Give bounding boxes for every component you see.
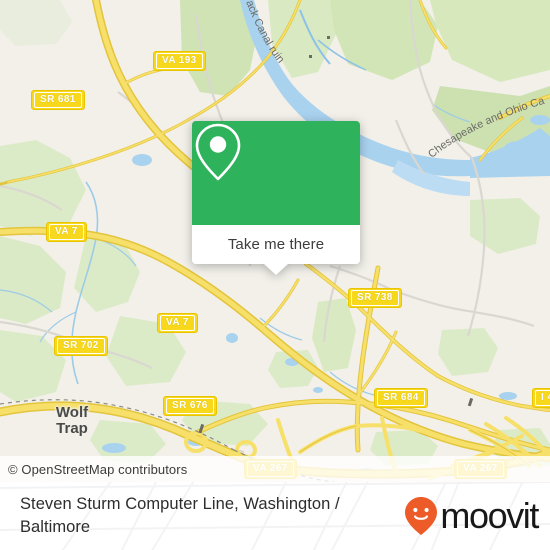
road-shield-i-4[interactable]: I 4: [532, 388, 550, 408]
poi-marker: [309, 55, 312, 58]
popup-pointer: [264, 264, 288, 275]
popup-header: [192, 121, 360, 225]
road-shield-label: VA 193: [156, 53, 203, 69]
road-shield-label: SR 681: [34, 92, 82, 108]
road-shield-sr-738[interactable]: SR 738: [348, 288, 402, 308]
road-shield-label: SR 684: [377, 390, 425, 406]
moovit-pin-icon: [405, 497, 438, 535]
moovit-logo[interactable]: moovit: [404, 495, 539, 536]
footer-bar: Steven Sturm Computer Line, Washington /…: [0, 482, 550, 550]
location-pin-icon: [195, 123, 241, 181]
map-screenshot: Chesapeake and Ohio Canal ack Canal ruin…: [0, 0, 550, 550]
road-shield-sr-681[interactable]: SR 681: [31, 90, 85, 110]
location-popup-card[interactable]: Take me there: [192, 121, 360, 275]
take-me-there-label: Take me there: [227, 236, 325, 253]
road-shield-label: SR 738: [351, 290, 399, 306]
poi-marker: [327, 36, 330, 39]
road-shield-sr-684[interactable]: SR 684: [374, 388, 428, 408]
road-shield-va-7-north[interactable]: VA 7: [46, 222, 87, 242]
map-attribution: © OpenStreetMap contributors: [0, 456, 550, 482]
road-shield-label: I 4: [535, 390, 550, 406]
take-me-there-button[interactable]: Take me there: [192, 225, 360, 264]
moovit-wordmark: moovit: [440, 495, 539, 536]
road-shield-va-193[interactable]: VA 193: [153, 51, 206, 71]
attribution-text: © OpenStreetMap contributors: [8, 461, 188, 477]
road-shield-label: VA 7: [49, 224, 84, 240]
road-shield-label: SR 702: [57, 338, 105, 354]
road-shield-sr-702[interactable]: SR 702: [54, 336, 108, 356]
road-shield-label: SR 676: [166, 398, 214, 414]
road-shield-va-7-south[interactable]: VA 7: [157, 313, 198, 333]
road-shield-label: VA 7: [160, 315, 195, 331]
page-title: Steven Sturm Computer Line, Washington /…: [20, 495, 340, 536]
road-shield-sr-676[interactable]: SR 676: [163, 396, 217, 416]
map-canvas[interactable]: Chesapeake and Ohio Canal ack Canal ruin…: [0, 0, 550, 482]
